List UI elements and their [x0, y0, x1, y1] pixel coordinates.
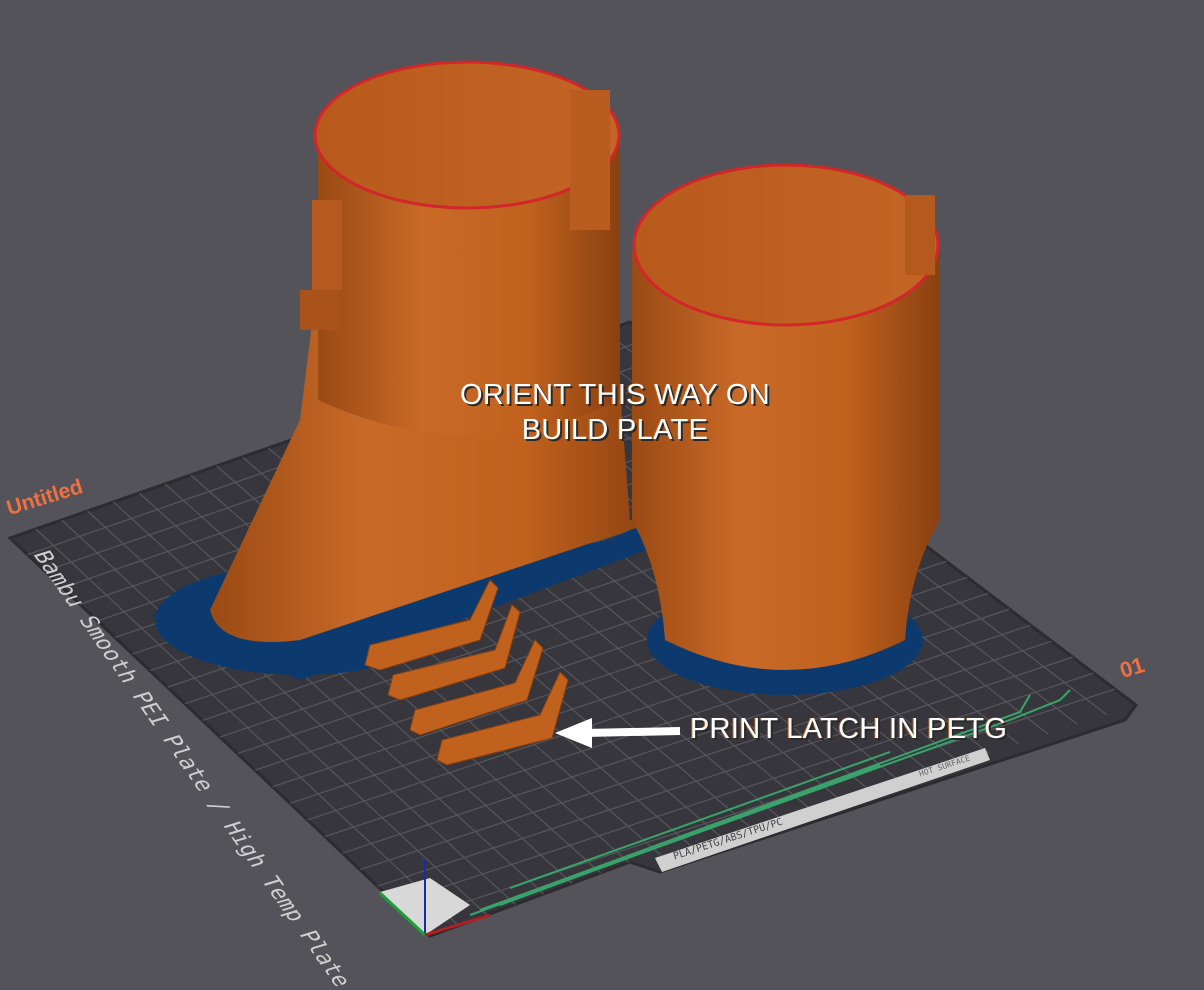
orientation-line-2: BUILD PLATE — [521, 414, 709, 446]
latch-annotation: PRINT LATCH IN PETG — [690, 713, 1008, 745]
3d-viewport[interactable] — [0, 0, 1204, 973]
orientation-line-1: ORIENT THIS WAY ON — [460, 379, 770, 411]
orientation-annotation: ORIENT THIS WAY ON BUILD PLATE — [410, 378, 820, 448]
